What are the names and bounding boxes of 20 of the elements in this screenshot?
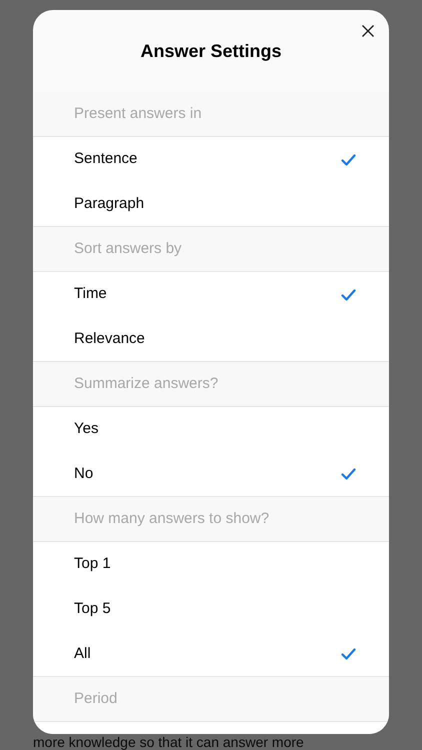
option-row[interactable]: Relevance [33,317,389,362]
checkmark-icon [341,648,356,660]
checkmark-icon [341,154,356,166]
option-row[interactable]: Paragraph [33,182,389,227]
option-row[interactable]: No [33,452,389,497]
section-header: Summarize answers? [74,374,218,394]
section-header: Sort answers by [74,238,182,259]
section-header: How many answers to show? [74,508,270,529]
section-header: Present answers in [74,104,202,124]
option-row[interactable]: Sentence [33,137,389,182]
option-row[interactable]: Top 1 [33,542,389,587]
section-header: Period [74,688,118,709]
checkmark-icon [341,288,356,300]
option-row[interactable]: Time [33,272,389,317]
option-row[interactable]: Top 5 [33,587,389,632]
background-text: more knowledge so that it can answer more [33,734,304,750]
dialog-title: Answer Settings [140,41,282,61]
option-row[interactable]: Yes [33,407,389,452]
option-row[interactable]: All [33,632,389,677]
checkmark-icon [341,468,356,480]
